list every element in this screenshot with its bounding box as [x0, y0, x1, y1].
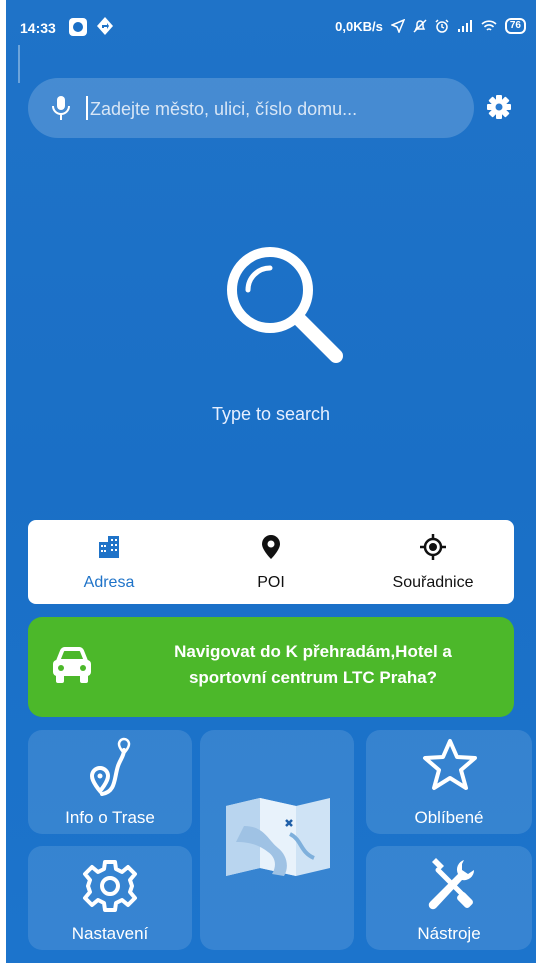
- search-bar[interactable]: [28, 78, 474, 138]
- gear-icon: [83, 860, 137, 912]
- navigate-text: Navigovat do K přehradám,Hotel a sportov…: [128, 639, 498, 691]
- settings-gear-icon[interactable]: [484, 92, 514, 122]
- signal-icon: [457, 20, 472, 32]
- route-icon: [89, 737, 131, 796]
- mute-icon: [413, 19, 427, 33]
- tile-label: Nastavení: [71, 924, 149, 943]
- search-input[interactable]: [88, 92, 462, 126]
- battery-icon: 76: [504, 18, 526, 34]
- status-time: 14:33: [20, 20, 56, 36]
- navigate-to-destination-button[interactable]: Navigovat do K přehradám,Hotel a sportov…: [28, 617, 514, 717]
- tile-label: Info o Trase: [65, 808, 155, 827]
- buildings-icon: [99, 536, 119, 558]
- search-hint: Type to search: [211, 404, 331, 424]
- status-right: 0,0KB/s 76: [335, 18, 526, 34]
- navigation-app-icon: [97, 17, 113, 35]
- crosshair-icon: [420, 534, 446, 560]
- car-icon: [53, 647, 91, 683]
- tools-icon: [428, 858, 475, 910]
- tab-adresa[interactable]: Adresa: [28, 520, 190, 604]
- navigate-line-2: sportovní centrum LTC Praha?: [188, 668, 438, 687]
- alarm-icon: [435, 19, 449, 33]
- microphone-icon[interactable]: [50, 94, 72, 122]
- route-info-tile[interactable]: Info o Trase: [28, 730, 192, 834]
- location-arrow-icon: [390, 19, 405, 33]
- favorites-tile[interactable]: Oblíbené: [366, 730, 532, 834]
- scroll-indicator: [18, 45, 20, 83]
- search-mode-tabs: Adresa POI Souřadnice: [28, 520, 514, 604]
- tab-souradnice[interactable]: Souřadnice: [352, 520, 514, 604]
- tile-label: Nástroje: [417, 924, 481, 943]
- navigate-line-1: Navigovat do K přehradám,Hotel a: [174, 642, 452, 661]
- folded-map-icon: [226, 798, 330, 876]
- status-bar: 14:33 0,0KB/s 76: [6, 0, 536, 60]
- app-screen: 14:33 0,0KB/s 76 Zadejte město, ulici, č…: [6, 0, 536, 963]
- wifi-icon: [481, 20, 497, 31]
- app-icon: [69, 18, 87, 36]
- search-icon: [227, 247, 343, 363]
- settings-tile[interactable]: Nastavení: [28, 846, 192, 950]
- tab-label: POI: [257, 574, 285, 591]
- star-icon: [423, 739, 477, 790]
- tab-label: Souřadnice: [392, 574, 474, 591]
- tab-label: Adresa: [83, 574, 135, 591]
- map-pin-icon: [262, 535, 280, 559]
- map-tile[interactable]: [200, 730, 354, 950]
- tab-poi[interactable]: POI: [190, 520, 352, 604]
- tile-label: Oblíbené: [414, 808, 484, 827]
- network-speed: 0,0KB/s: [335, 18, 383, 34]
- tools-tile[interactable]: Nástroje: [366, 846, 532, 950]
